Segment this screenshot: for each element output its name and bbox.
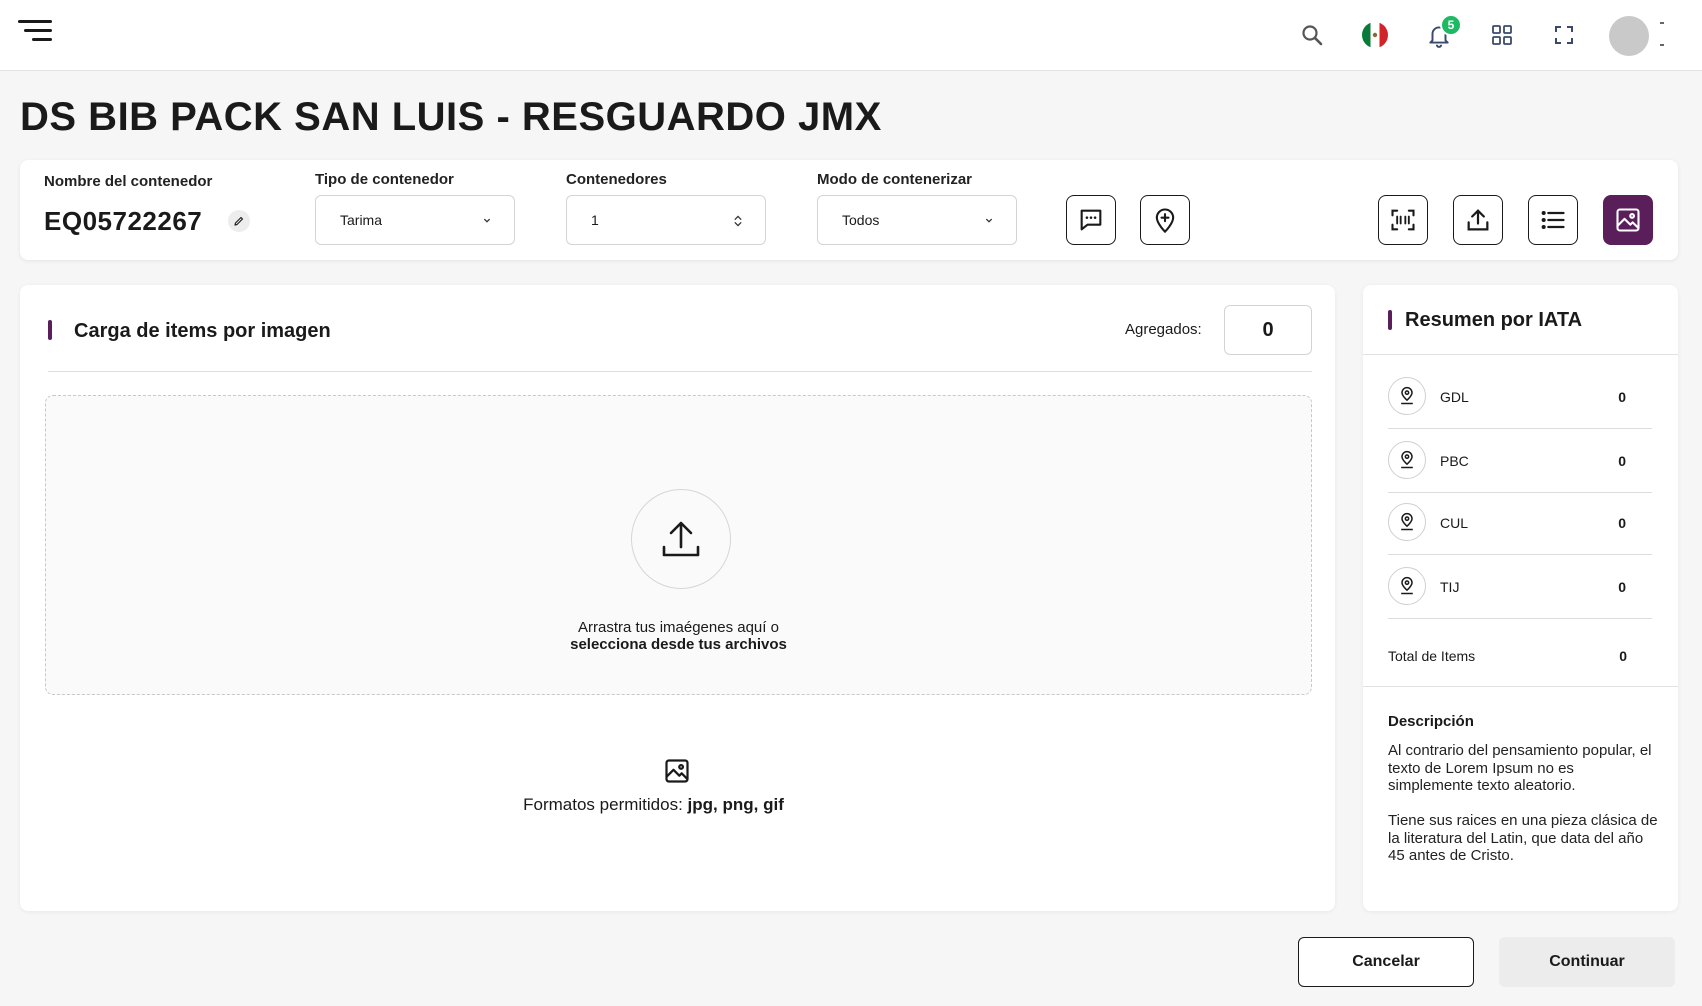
image-icon	[665, 759, 689, 783]
summary-title: Resumen por IATA	[1405, 309, 1583, 331]
mode-label: Modo de contenerizar	[817, 171, 973, 188]
list-icon	[1541, 210, 1565, 230]
divider	[1363, 354, 1678, 355]
iata-count: 0	[1618, 389, 1626, 405]
formats-label: Formatos permitidos:	[523, 795, 683, 814]
added-count: 0	[1224, 305, 1312, 355]
description-title: Descripción	[1388, 713, 1474, 730]
scan-button[interactable]	[1378, 195, 1428, 245]
iata-count: 0	[1618, 515, 1626, 531]
notification-badge: 5	[1440, 14, 1462, 36]
divider	[1363, 686, 1678, 687]
iata-row: GDL 0	[1388, 365, 1652, 429]
title-accent	[1388, 310, 1392, 330]
title-accent	[48, 320, 52, 340]
iata-row: TIJ 0	[1388, 555, 1652, 619]
upload-card-title: Carga de items por imagen	[74, 320, 331, 342]
image-upload-button[interactable]	[1603, 195, 1653, 245]
iata-code: PBC	[1440, 453, 1469, 469]
comment-button[interactable]	[1066, 195, 1116, 245]
iata-code: GDL	[1440, 389, 1469, 405]
total-items-label: Total de Items	[1388, 648, 1476, 664]
page-title: DS BIB PACK SAN LUIS - RESGUARDO JMX	[20, 95, 882, 139]
iata-code: CUL	[1440, 515, 1469, 531]
iata-count: 0	[1618, 453, 1626, 469]
drop-instructions: Arrastra tus imaégenes aquí o	[578, 619, 779, 636]
user-menu-icon[interactable]	[1660, 22, 1664, 48]
menu-icon[interactable]	[18, 18, 52, 44]
description-paragraph: Al contrario del pensamiento popular, el…	[1388, 742, 1652, 794]
container-name: EQ05722267	[44, 206, 203, 236]
upload-button[interactable]	[1453, 195, 1503, 245]
apps-grid-icon[interactable]	[1487, 20, 1517, 50]
container-type-select[interactable]: Tarima	[315, 195, 515, 245]
description-paragraph: Tiene sus raices en una pieza clásica de…	[1388, 812, 1658, 864]
containers-value: 1	[591, 212, 599, 228]
iata-code: TIJ	[1440, 579, 1460, 595]
container-type-label: Tipo de contenedor	[315, 171, 454, 188]
edit-container-name-button[interactable]	[228, 210, 250, 232]
location-pin-icon	[1388, 441, 1426, 479]
container-name-label: Nombre del contenedor	[44, 173, 213, 190]
iata-summary-card: Resumen por IATA GDL 0 PBC 0 CUL 0 TIJ 0…	[1363, 285, 1678, 911]
allowed-formats: Formatos permitidos: jpg, png, gif	[20, 795, 1287, 815]
upload-icon	[631, 489, 731, 589]
location-pin-icon	[1388, 377, 1426, 415]
iata-count: 0	[1618, 579, 1626, 595]
image-upload-card: Carga de items por imagen Agregados: 0 A…	[20, 285, 1335, 911]
fullscreen-icon[interactable]	[1549, 20, 1579, 50]
container-type-value: Tarima	[340, 212, 383, 228]
stepper-arrows-icon[interactable]	[731, 213, 745, 229]
added-label: Agregados:	[1125, 321, 1202, 338]
select-files-link[interactable]: selecciona desde tus archivos	[46, 636, 1311, 653]
add-location-button[interactable]	[1140, 195, 1190, 245]
containers-stepper[interactable]: 1	[566, 195, 766, 245]
containers-label: Contenedores	[566, 171, 667, 188]
upload-icon	[1467, 209, 1489, 231]
iata-row: CUL 0	[1388, 491, 1652, 555]
add-location-icon	[1155, 208, 1175, 234]
avatar[interactable]	[1609, 16, 1649, 56]
pencil-icon	[234, 216, 244, 226]
location-pin-icon	[1388, 567, 1426, 605]
cancel-button[interactable]: Cancelar	[1298, 937, 1474, 987]
total-items-value: 0	[1619, 648, 1627, 664]
mode-select[interactable]: Todos	[817, 195, 1017, 245]
comment-icon	[1080, 209, 1102, 231]
image-icon	[1616, 208, 1640, 232]
iata-row: PBC 0	[1388, 429, 1652, 493]
location-pin-icon	[1388, 503, 1426, 541]
chevron-down-icon	[986, 218, 992, 223]
list-button[interactable]	[1528, 195, 1578, 245]
mexico-flag-icon[interactable]	[1360, 20, 1390, 50]
container-config-card: Nombre del contenedor EQ05722267 Tipo de…	[20, 160, 1678, 260]
top-bar: 5	[0, 0, 1702, 71]
image-dropzone[interactable]: Arrastra tus imaégenes aquí o selecciona…	[45, 395, 1312, 695]
divider	[48, 371, 1312, 372]
formats-value: jpg, png, gif	[687, 795, 784, 814]
scan-icon	[1391, 209, 1415, 231]
continue-button[interactable]: Continuar	[1499, 937, 1675, 987]
chevron-down-icon	[484, 218, 490, 223]
mode-value: Todos	[842, 212, 880, 228]
search-icon[interactable]	[1297, 20, 1327, 50]
